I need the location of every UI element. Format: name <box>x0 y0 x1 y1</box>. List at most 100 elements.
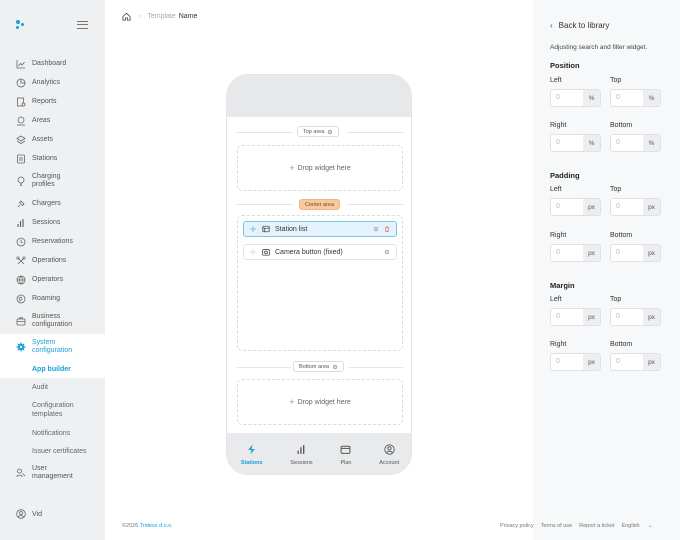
divider <box>237 132 293 133</box>
tab-account[interactable]: Account <box>379 443 400 466</box>
section-padding-title: Padding <box>550 171 580 180</box>
sidebar-item-system-configuration[interactable]: System configuration <box>0 334 105 360</box>
sidebar-item-reservations[interactable]: Reservations <box>0 232 105 251</box>
bulb-icon <box>16 176 26 186</box>
sidebar-item-stations[interactable]: Stations <box>0 149 105 168</box>
user-icon <box>16 509 26 519</box>
privacy-policy-link[interactable]: Privacy policy <box>500 523 534 529</box>
tab-sessions[interactable]: Sessions <box>290 444 313 466</box>
sidebar-subitem-configuration-templates[interactable]: Configuration templates <box>0 396 105 424</box>
tab-plan[interactable]: Plan <box>340 444 351 466</box>
bottom-area-label: Bottom area <box>293 361 344 372</box>
back-to-library-link[interactable]: ‹ Back to library <box>550 21 609 30</box>
unit-label: px <box>643 354 660 370</box>
gear-icon[interactable] <box>332 364 338 370</box>
sidebar-item-operators[interactable]: Operators <box>0 270 105 289</box>
plus-icon: + <box>289 397 295 407</box>
sidebar-item-sessions[interactable]: Sessions <box>0 213 105 232</box>
tab-stations[interactable]: Stations <box>241 444 263 466</box>
drop-text: Drop widget here <box>297 398 351 406</box>
drag-handle-icon[interactable] <box>250 226 256 232</box>
margin-right-input[interactable]: 0 px <box>550 353 601 371</box>
unit-label: px <box>643 199 660 215</box>
logo[interactable] <box>16 20 28 30</box>
gear-icon[interactable] <box>327 129 333 135</box>
position-left-input[interactable]: 0% <box>550 89 601 107</box>
terms-of-use-link[interactable]: Terms of use <box>541 523 572 529</box>
user-profile[interactable]: Vid <box>16 509 42 519</box>
chevron-down-icon: ⌄ <box>648 523 653 529</box>
pie-chart-icon <box>16 78 26 88</box>
padding-top-input[interactable]: 0 px <box>610 198 661 216</box>
sidebar-item-label: Roaming <box>32 294 61 302</box>
sidebar-item-roaming[interactable]: Roaming <box>0 289 105 308</box>
sidebar-item-user-management[interactable]: User management <box>0 460 105 486</box>
sidebar-item-label: Business configuration <box>32 313 73 328</box>
position-bottom-input[interactable]: 0% <box>610 134 661 152</box>
margin-left-input[interactable]: 0 px <box>550 308 601 326</box>
copyright-text: ©2026 <box>122 523 139 529</box>
trash-icon[interactable] <box>384 226 390 232</box>
padding-bottom-input[interactable]: 0 px <box>610 244 661 262</box>
sidebar-item-charging-profiles[interactable]: Charging profiles <box>0 168 105 194</box>
home-icon[interactable] <box>122 12 131 21</box>
widget-camera-button[interactable]: Camera button (fixed) <box>243 244 397 260</box>
divider <box>347 132 403 133</box>
tab-label: Account <box>379 459 400 466</box>
menu-toggle-icon[interactable] <box>77 21 88 29</box>
top-drop-zone[interactable]: + Drop widget here <box>237 145 403 191</box>
divider <box>237 204 293 205</box>
field-label-right: Right <box>550 122 567 129</box>
sidebar-item-reports[interactable]: Reports <box>0 92 105 111</box>
input-placeholder: 0 <box>616 139 620 146</box>
unit-label: % <box>643 90 660 106</box>
position-top-input[interactable]: 0% <box>610 89 661 107</box>
station-icon <box>16 154 26 164</box>
divider <box>347 204 403 205</box>
brand-link[interactable]: Tridess d.o.o. <box>140 523 173 529</box>
unit-label: px <box>643 245 660 261</box>
input-placeholder: 0 <box>616 249 620 256</box>
position-right-input[interactable]: 0% <box>550 134 601 152</box>
settings-icon[interactable] <box>373 226 379 232</box>
footer-links: Privacy policy Terms of use Report a tic… <box>500 523 667 529</box>
sidebar-subitem-notifications[interactable]: Notifications <box>0 424 105 442</box>
sidebar-subitem-audit[interactable]: Audit <box>0 378 105 396</box>
sidebar-item-label: Areas <box>32 116 51 124</box>
sidebar-item-label: Reports <box>32 97 57 105</box>
input-placeholder: 0 <box>556 203 560 210</box>
widget-label: Camera button (fixed) <box>275 248 343 256</box>
widget-station-list[interactable]: Station list <box>243 221 397 237</box>
breadcrumb-parent[interactable]: Template <box>147 13 175 20</box>
padding-left-input[interactable]: 0 px <box>550 198 601 216</box>
bottom-drop-zone[interactable]: + Drop widget here <box>237 379 403 425</box>
sidebar-item-operations[interactable]: Operations <box>0 251 105 270</box>
language-select[interactable]: English ⌄ <box>622 523 660 529</box>
sidebar-item-assets[interactable]: Assets <box>0 130 105 149</box>
sidebar-item-business-configuration[interactable]: Business configuration <box>0 308 105 334</box>
padding-right-input[interactable]: 0 px <box>550 244 601 262</box>
back-label: Back to library <box>558 21 610 30</box>
sidebar-item-analytics[interactable]: Analytics <box>0 73 105 92</box>
sidebar-item-areas[interactable]: Areas <box>0 111 105 130</box>
sidebar-subitem-issuer-certificates[interactable]: Issuer certificates <box>0 442 105 460</box>
sidebar-item-label: Sessions <box>32 218 61 226</box>
settings-icon[interactable] <box>384 249 390 255</box>
margin-bottom-input[interactable]: 0 px <box>610 353 661 371</box>
sidebar-item-chargers[interactable]: Chargers <box>0 194 105 213</box>
field-label-top: Top <box>610 77 622 84</box>
drag-handle-icon[interactable] <box>250 249 256 255</box>
report-ticket-link[interactable]: Report a ticket <box>579 523 614 529</box>
sidebar-subitem-app-builder[interactable]: App builder <box>0 360 105 378</box>
field-label-left: Left <box>550 296 562 303</box>
plug-icon <box>16 199 26 209</box>
breadcrumb-current: Name <box>178 13 198 20</box>
phone-status-area <box>227 75 411 117</box>
unit-label: px <box>643 309 660 325</box>
panel-description: Adjusting search and filter widget. <box>550 44 648 51</box>
bars-icon <box>296 444 307 455</box>
sidebar-item-dashboard[interactable]: Dashboard <box>0 54 105 73</box>
gear-icon <box>16 342 26 352</box>
input-placeholder: 0 <box>556 139 560 146</box>
margin-top-input[interactable]: 0 px <box>610 308 661 326</box>
